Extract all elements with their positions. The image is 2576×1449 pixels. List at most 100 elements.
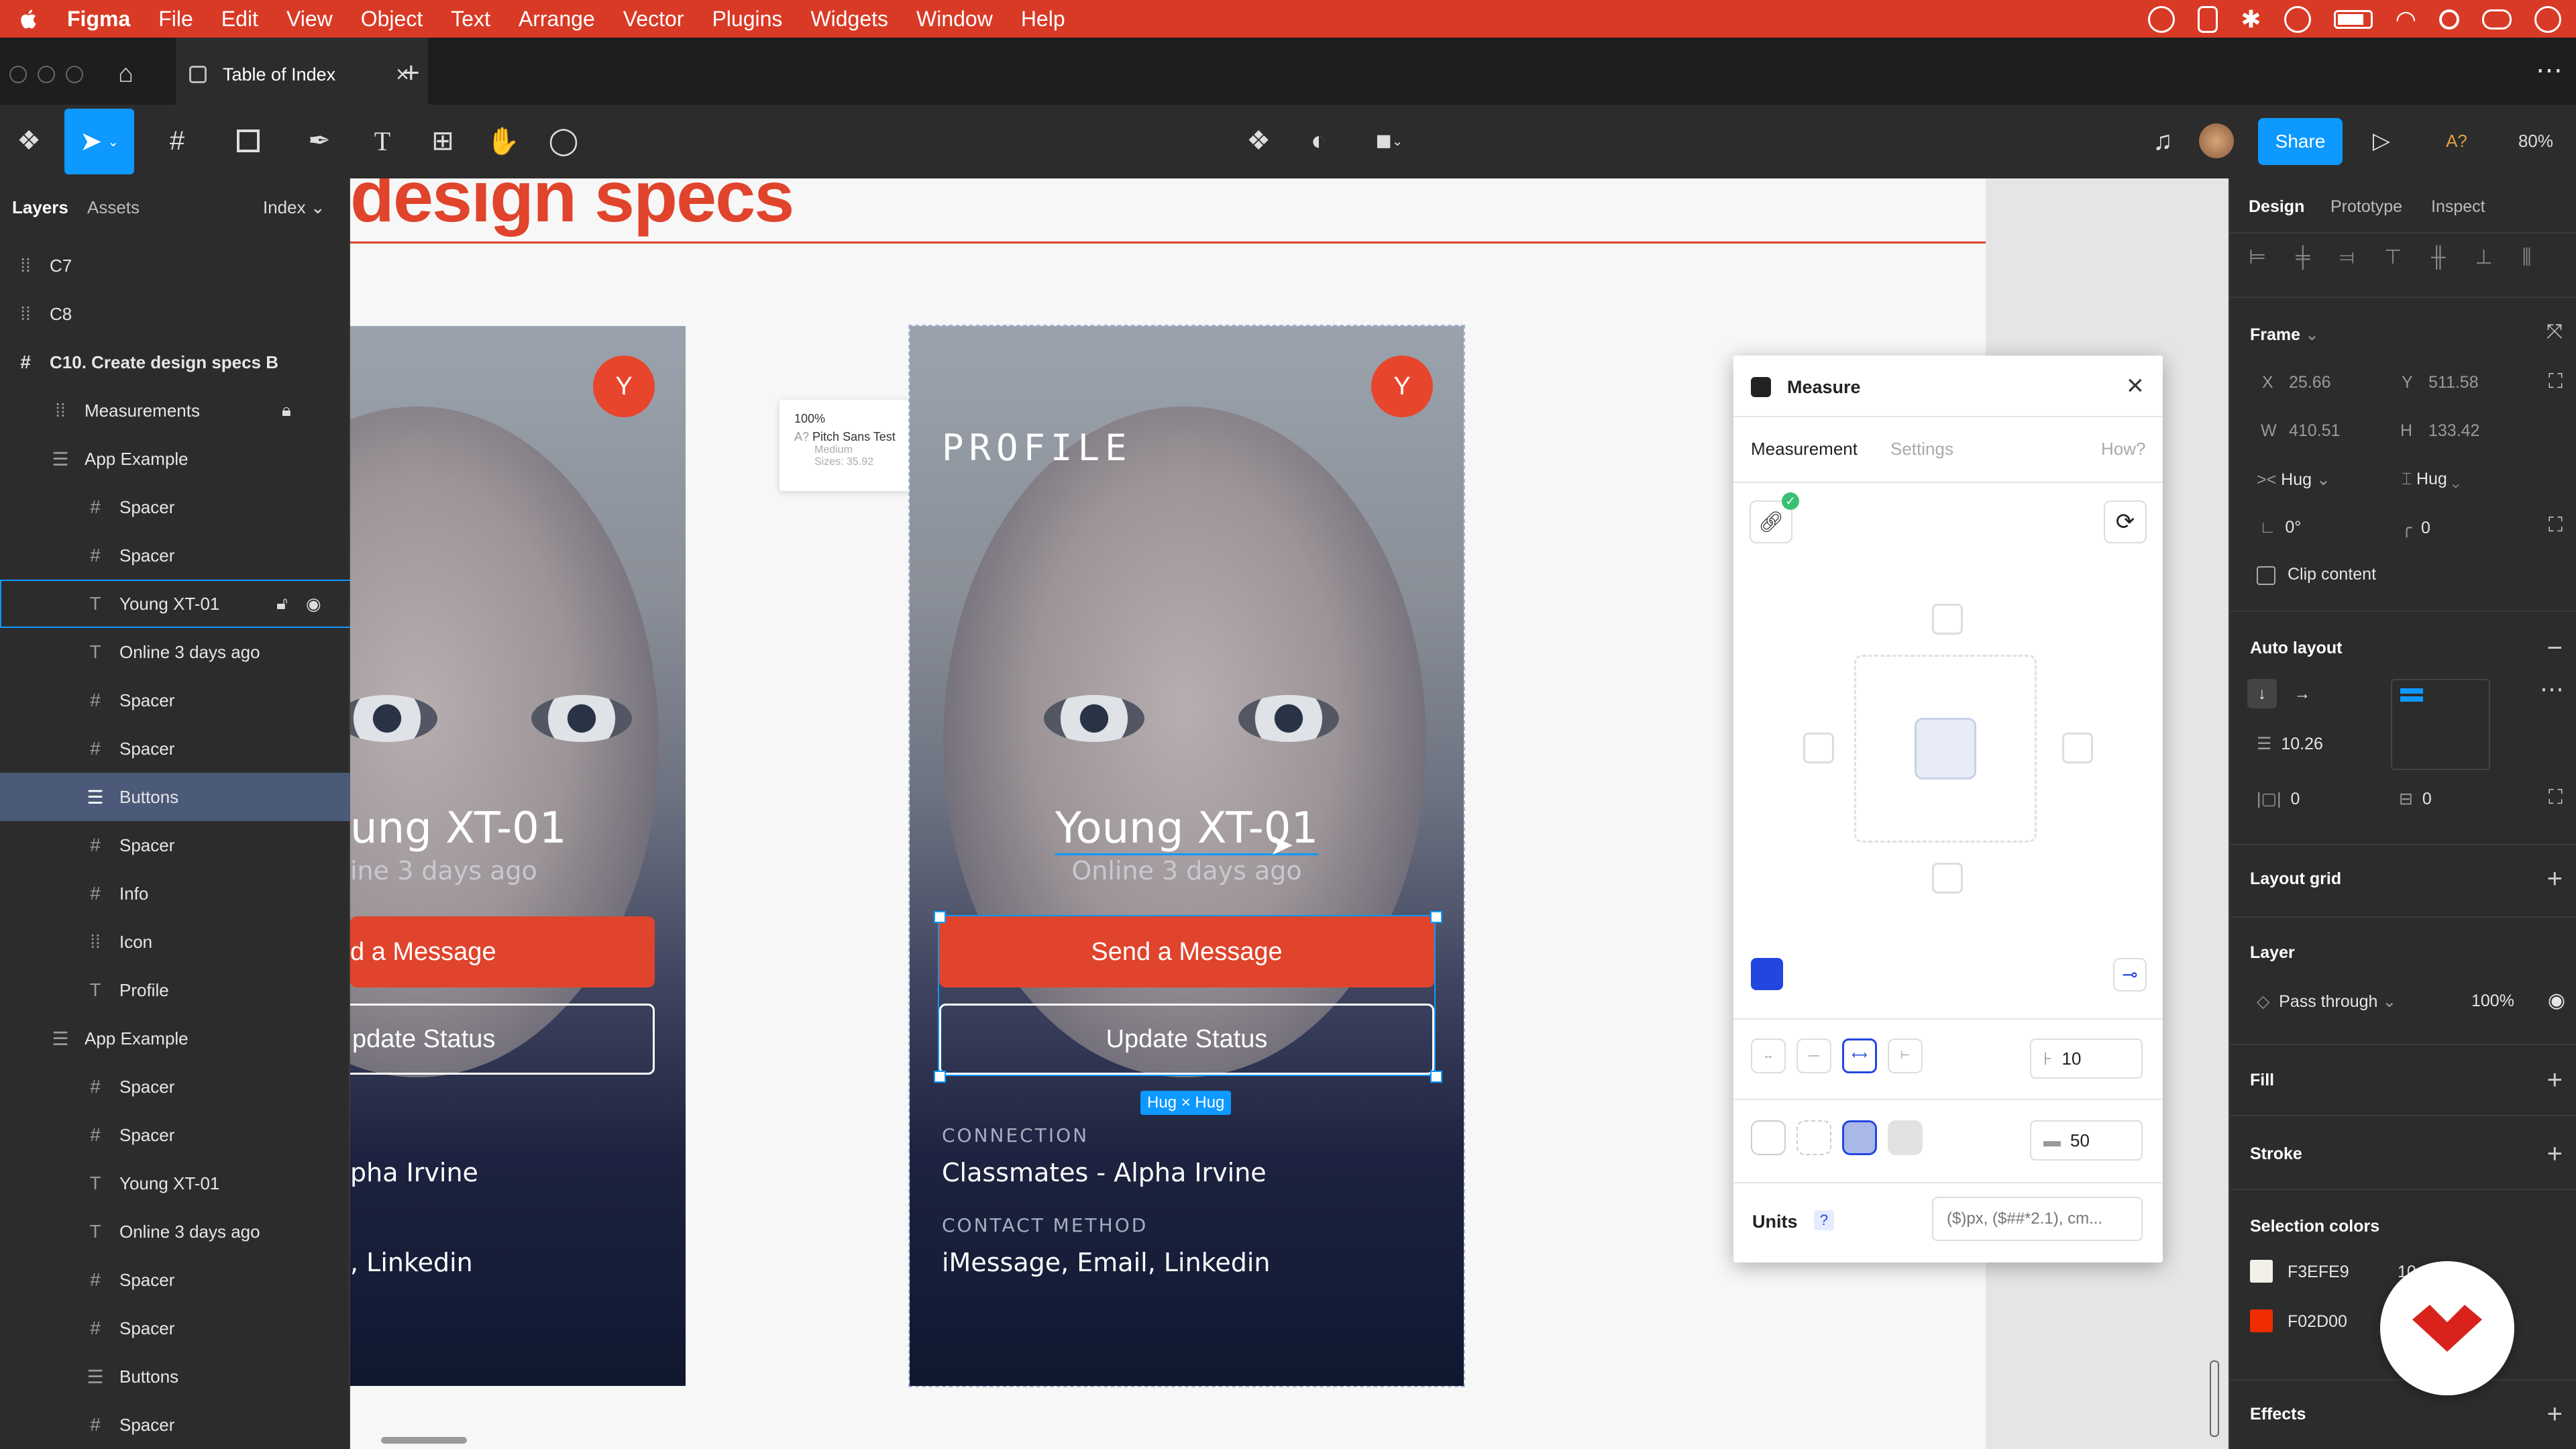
color-swatch[interactable] — [1751, 958, 1783, 990]
tab-measurement[interactable]: Measurement — [1751, 439, 1858, 460]
phone-frame-right[interactable]: PROFILE Y Young XT-01 Online 3 days ago … — [908, 325, 1465, 1387]
padding-horizontal-field[interactable]: |▢| 0 — [2257, 789, 2300, 809]
menu-figma[interactable]: Figma — [67, 7, 130, 32]
apple-icon[interactable] — [19, 8, 38, 30]
move-tool-icon[interactable]: ➤ ⌄ — [64, 109, 134, 174]
hug-height-select[interactable]: ⌶ Hug ⌄ — [2402, 470, 2460, 489]
selection-handle[interactable] — [934, 1071, 946, 1083]
avatar-badge[interactable]: Y — [1371, 356, 1433, 417]
home-icon[interactable]: ⌂ — [118, 61, 145, 87]
vertical-direction-icon[interactable]: ↓ — [2247, 679, 2277, 708]
horizontal-scrollbar[interactable] — [381, 1437, 467, 1444]
menu-object[interactable]: Object — [361, 7, 423, 32]
new-tab-icon[interactable]: + — [402, 56, 420, 90]
present-icon[interactable]: ▷ — [2361, 115, 2402, 166]
frame-section-title[interactable]: Frame ⌄ — [2250, 325, 2319, 345]
text-tool-icon[interactable]: T — [362, 115, 402, 166]
layer-row[interactable]: ⁞⁞ C7 — [0, 241, 362, 290]
boolean-icon[interactable]: ■ ⌄ — [1359, 115, 1419, 166]
search-icon[interactable] — [2439, 9, 2459, 30]
layer-row[interactable]: ☰ App Example — [0, 435, 397, 483]
pen-tool-icon[interactable]: ✒ — [292, 115, 346, 166]
constraint-icon[interactable]: ⛶ — [2548, 370, 2563, 393]
color-hex-1[interactable]: F3EFE9 — [2288, 1263, 2349, 1282]
clip-content-checkbox[interactable] — [2257, 566, 2275, 585]
avatar-badge[interactable]: Y — [593, 356, 655, 417]
menu-widgets[interactable]: Widgets — [810, 7, 888, 32]
tab-layers[interactable]: Layers — [12, 197, 68, 218]
measure-line-icon[interactable]: — — [1796, 1038, 1831, 1073]
menu-file[interactable]: File — [158, 7, 193, 32]
stroke-offset-field[interactable]: ⊦ 10 — [2030, 1038, 2143, 1079]
window-zoom-button[interactable] — [66, 66, 83, 83]
selection-handle[interactable] — [1430, 1071, 1442, 1083]
measure-bottom-target[interactable] — [1932, 863, 1963, 894]
fill-tint-option[interactable] — [1842, 1120, 1877, 1155]
vertical-scrollbar[interactable] — [2210, 1360, 2219, 1437]
layer-row[interactable]: ⁞⁞ C8 — [0, 290, 362, 338]
remove-auto-layout-icon[interactable]: − — [2547, 635, 2563, 661]
play-circle-icon[interactable] — [2284, 6, 2311, 33]
align-bottom-icon[interactable]: ⊥ — [2475, 246, 2492, 269]
align-center-icon[interactable]: ╪ — [2296, 246, 2310, 269]
audio-icon[interactable]: ♫ — [2143, 115, 2183, 166]
tab-design[interactable]: Design — [2249, 197, 2304, 217]
fill-dashed-option[interactable] — [1796, 1120, 1831, 1155]
padding-individual-icon[interactable]: ⛶ — [2548, 786, 2563, 809]
refresh-icon[interactable]: ⟳ — [2104, 500, 2147, 543]
align-right-icon[interactable]: ⫤ — [2339, 246, 2355, 269]
color-swatch-light[interactable] — [2250, 1260, 2273, 1283]
page-selector[interactable]: Index ⌄ — [263, 197, 325, 218]
measure-outside-icon[interactable]: ⊢ — [1888, 1038, 1923, 1073]
battery-icon[interactable] — [2333, 10, 2373, 29]
align-left-icon[interactable]: ⊨ — [2249, 246, 2266, 269]
measure-left-target[interactable] — [1803, 733, 1834, 763]
color-swatch-red[interactable] — [2250, 1309, 2273, 1332]
units-help[interactable]: ? — [1814, 1210, 1834, 1230]
radius-field[interactable]: ╭ 0 — [2402, 518, 2430, 538]
creative-cloud-icon[interactable] — [2148, 6, 2176, 33]
menu-help[interactable]: Help — [1021, 7, 1065, 32]
close-icon[interactable]: × — [2127, 369, 2144, 402]
alignment-grid[interactable] — [2391, 679, 2490, 770]
spec-tag[interactable]: 100% A? Pitch Sans Test Medium Sizes: 35… — [780, 400, 926, 491]
resources-icon[interactable]: ⊞ — [423, 115, 463, 166]
padding-vertical-field[interactable]: ⊟ 0 — [2399, 789, 2432, 809]
menu-arrange[interactable]: Arrange — [519, 7, 595, 32]
tab-inspect[interactable]: Inspect — [2431, 197, 2485, 217]
tab-assets[interactable]: Assets — [87, 197, 140, 218]
lock-icon[interactable]: 🔒︎ — [282, 400, 291, 421]
color-hex-2[interactable]: F02D00 — [2288, 1312, 2347, 1332]
update-status-button[interactable]: pdate Status — [350, 1004, 655, 1075]
rotation-field[interactable]: ∟ 0° — [2259, 518, 2301, 537]
w-field[interactable]: 410.51 — [2289, 421, 2340, 441]
avatar[interactable] — [2196, 115, 2237, 166]
layer-opacity-field[interactable]: 100% — [2471, 991, 2514, 1011]
figma-menu-icon[interactable] — [2198, 6, 2218, 33]
resize-icon[interactable]: ⤧ — [2546, 321, 2563, 343]
units-input[interactable] — [1932, 1197, 2143, 1241]
independent-corners-icon[interactable]: ⛶ — [2548, 514, 2563, 537]
add-layout-grid-icon[interactable]: + — [2547, 865, 2563, 892]
menu-view[interactable]: View — [286, 7, 333, 32]
fill-solid-option[interactable] — [1888, 1120, 1923, 1155]
h-field[interactable]: 133.42 — [2428, 421, 2479, 441]
measure-width-icon[interactable]: ⟷ — [1842, 1038, 1877, 1073]
x-field[interactable]: 25.66 — [2289, 373, 2331, 392]
add-effect-icon[interactable]: + — [2547, 1401, 2563, 1428]
align-middle-icon[interactable]: ╫ — [2431, 246, 2445, 269]
selection-handle[interactable] — [1430, 911, 1442, 923]
opacity-field[interactable]: ▬ 50 — [2030, 1120, 2143, 1161]
menu-edit[interactable]: Edit — [221, 7, 258, 32]
blend-mode-select[interactable]: ◇ Pass through ⌄ — [2257, 991, 2396, 1012]
frame-tool-icon[interactable]: # — [150, 115, 204, 166]
selection-handle[interactable] — [934, 911, 946, 923]
measure-inside-icon[interactable]: ↔ — [1751, 1038, 1786, 1073]
measure-top-target[interactable] — [1932, 604, 1963, 635]
layer-row[interactable]: ⁞⁞ Measurements 🔒︎ — [0, 386, 397, 435]
window-minimize-button[interactable] — [38, 66, 55, 83]
zoom-level[interactable]: 80% — [2502, 115, 2569, 166]
spacing-field[interactable]: ☰ 10.26 — [2257, 734, 2323, 754]
phone-frame-left[interactable]: Y ung XT-01 ine 3 days ago d a Message p… — [350, 326, 686, 1386]
align-top-icon[interactable]: ⊤ — [2384, 246, 2402, 269]
